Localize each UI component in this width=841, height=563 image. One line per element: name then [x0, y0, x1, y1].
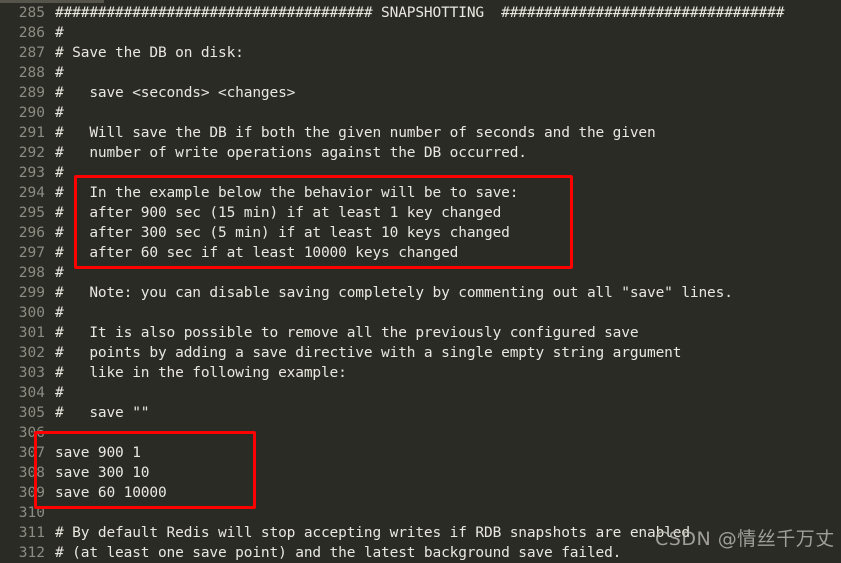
- code-line[interactable]: 296 # after 300 sec (5 min) if at least 1…: [0, 223, 841, 243]
- code-line[interactable]: 299 # Note: you can disable saving comple…: [0, 283, 841, 303]
- line-text[interactable]: save 900 1: [55, 443, 141, 463]
- csdn-watermark: CSDN @情丝千万丈: [655, 528, 835, 550]
- code-line[interactable]: 293 #: [0, 163, 841, 183]
- line-text[interactable]: #: [55, 63, 64, 83]
- code-line[interactable]: 309 save 60 10000: [0, 483, 841, 503]
- line-text[interactable]: # like in the following example:: [55, 363, 347, 383]
- code-line[interactable]: 297 # after 60 sec if at least 10000 keys…: [0, 243, 841, 263]
- code-line[interactable]: 305 # save "": [0, 403, 841, 423]
- line-number: 295: [18, 205, 45, 221]
- line-text[interactable]: # after 60 sec if at least 10000 keys ch…: [55, 243, 458, 263]
- line-number: 300: [18, 305, 45, 321]
- line-number: 291: [18, 125, 45, 141]
- line-text[interactable]: save 300 10: [55, 463, 150, 483]
- line-text[interactable]: # after 900 sec (15 min) if at least 1 k…: [55, 203, 501, 223]
- line-number: 308: [18, 465, 45, 481]
- line-number: 302: [18, 345, 45, 361]
- line-text[interactable]: #: [55, 303, 64, 323]
- code-line[interactable]: 285 #####################################…: [0, 3, 841, 23]
- code-line[interactable]: 306: [0, 423, 841, 443]
- code-line[interactable]: 308 save 300 10: [0, 463, 841, 483]
- line-number: 298: [18, 265, 45, 281]
- code-line[interactable]: 310: [0, 503, 841, 523]
- line-text[interactable]: # points by adding a save directive with…: [55, 343, 681, 363]
- line-number: 311: [18, 525, 45, 541]
- code-line[interactable]: 288 #: [0, 63, 841, 83]
- line-text[interactable]: #: [55, 263, 64, 283]
- line-number: 297: [18, 245, 45, 261]
- line-number: 312: [18, 545, 45, 561]
- code-line[interactable]: 304 #: [0, 383, 841, 403]
- line-number: 296: [18, 225, 45, 241]
- line-number: 287: [18, 45, 45, 61]
- line-text[interactable]: ##################################### SN…: [55, 3, 784, 23]
- line-text[interactable]: # By default Redis will stop accepting w…: [55, 523, 690, 543]
- line-number: 299: [18, 285, 45, 301]
- line-number: 306: [18, 425, 45, 441]
- line-number: 310: [18, 505, 45, 521]
- code-editor-viewport[interactable]: 285 #####################################…: [0, 3, 841, 563]
- line-number: 309: [18, 485, 45, 501]
- code-line[interactable]: 294 # In the example below the behavior w…: [0, 183, 841, 203]
- line-number: 286: [18, 25, 45, 41]
- line-number: 290: [18, 105, 45, 121]
- code-line[interactable]: 286 #: [0, 23, 841, 43]
- code-line[interactable]: 303 # like in the following example:: [0, 363, 841, 383]
- line-number: 305: [18, 405, 45, 421]
- line-number: 288: [18, 65, 45, 81]
- line-text[interactable]: #: [55, 163, 64, 183]
- code-line[interactable]: 298 #: [0, 263, 841, 283]
- line-number: 303: [18, 365, 45, 381]
- line-text[interactable]: save 60 10000: [55, 483, 167, 503]
- line-number: 285: [18, 5, 45, 21]
- code-line[interactable]: 289 # save <seconds> <changes>: [0, 83, 841, 103]
- code-editor-screenshot: 285 #####################################…: [0, 0, 841, 563]
- line-text[interactable]: # In the example below the behavior will…: [55, 183, 518, 203]
- line-number: 304: [18, 385, 45, 401]
- line-text[interactable]: # Note: you can disable saving completel…: [55, 283, 733, 303]
- line-number: 301: [18, 325, 45, 341]
- code-line[interactable]: 307 save 900 1: [0, 443, 841, 463]
- code-line[interactable]: 287 # Save the DB on disk:: [0, 43, 841, 63]
- code-line[interactable]: 301 # It is also possible to remove all t…: [0, 323, 841, 343]
- line-text[interactable]: #: [55, 383, 64, 403]
- line-number: 293: [18, 165, 45, 181]
- line-text[interactable]: # Save the DB on disk:: [55, 43, 244, 63]
- line-text[interactable]: # after 300 sec (5 min) if at least 10 k…: [55, 223, 510, 243]
- line-text[interactable]: #: [55, 103, 64, 123]
- code-line[interactable]: 291 # Will save the DB if both the given …: [0, 123, 841, 143]
- line-text[interactable]: # save <seconds> <changes>: [55, 83, 295, 103]
- line-number: 289: [18, 85, 45, 101]
- line-text[interactable]: # Will save the DB if both the given num…: [55, 123, 656, 143]
- code-line[interactable]: 290 #: [0, 103, 841, 123]
- line-text[interactable]: #: [55, 23, 64, 43]
- code-line[interactable]: 295 # after 900 sec (15 min) if at least …: [0, 203, 841, 223]
- code-line[interactable]: 300 #: [0, 303, 841, 323]
- line-text[interactable]: # It is also possible to remove all the …: [55, 323, 639, 343]
- code-line[interactable]: 302 # points by adding a save directive w…: [0, 343, 841, 363]
- line-text[interactable]: # save "": [55, 403, 150, 423]
- line-text[interactable]: # (at least one save point) and the late…: [55, 543, 621, 563]
- code-line[interactable]: 292 # number of write operations against …: [0, 143, 841, 163]
- line-number: 307: [18, 445, 45, 461]
- line-number: 292: [18, 145, 45, 161]
- line-number: 294: [18, 185, 45, 201]
- line-text[interactable]: # number of write operations against the…: [55, 143, 527, 163]
